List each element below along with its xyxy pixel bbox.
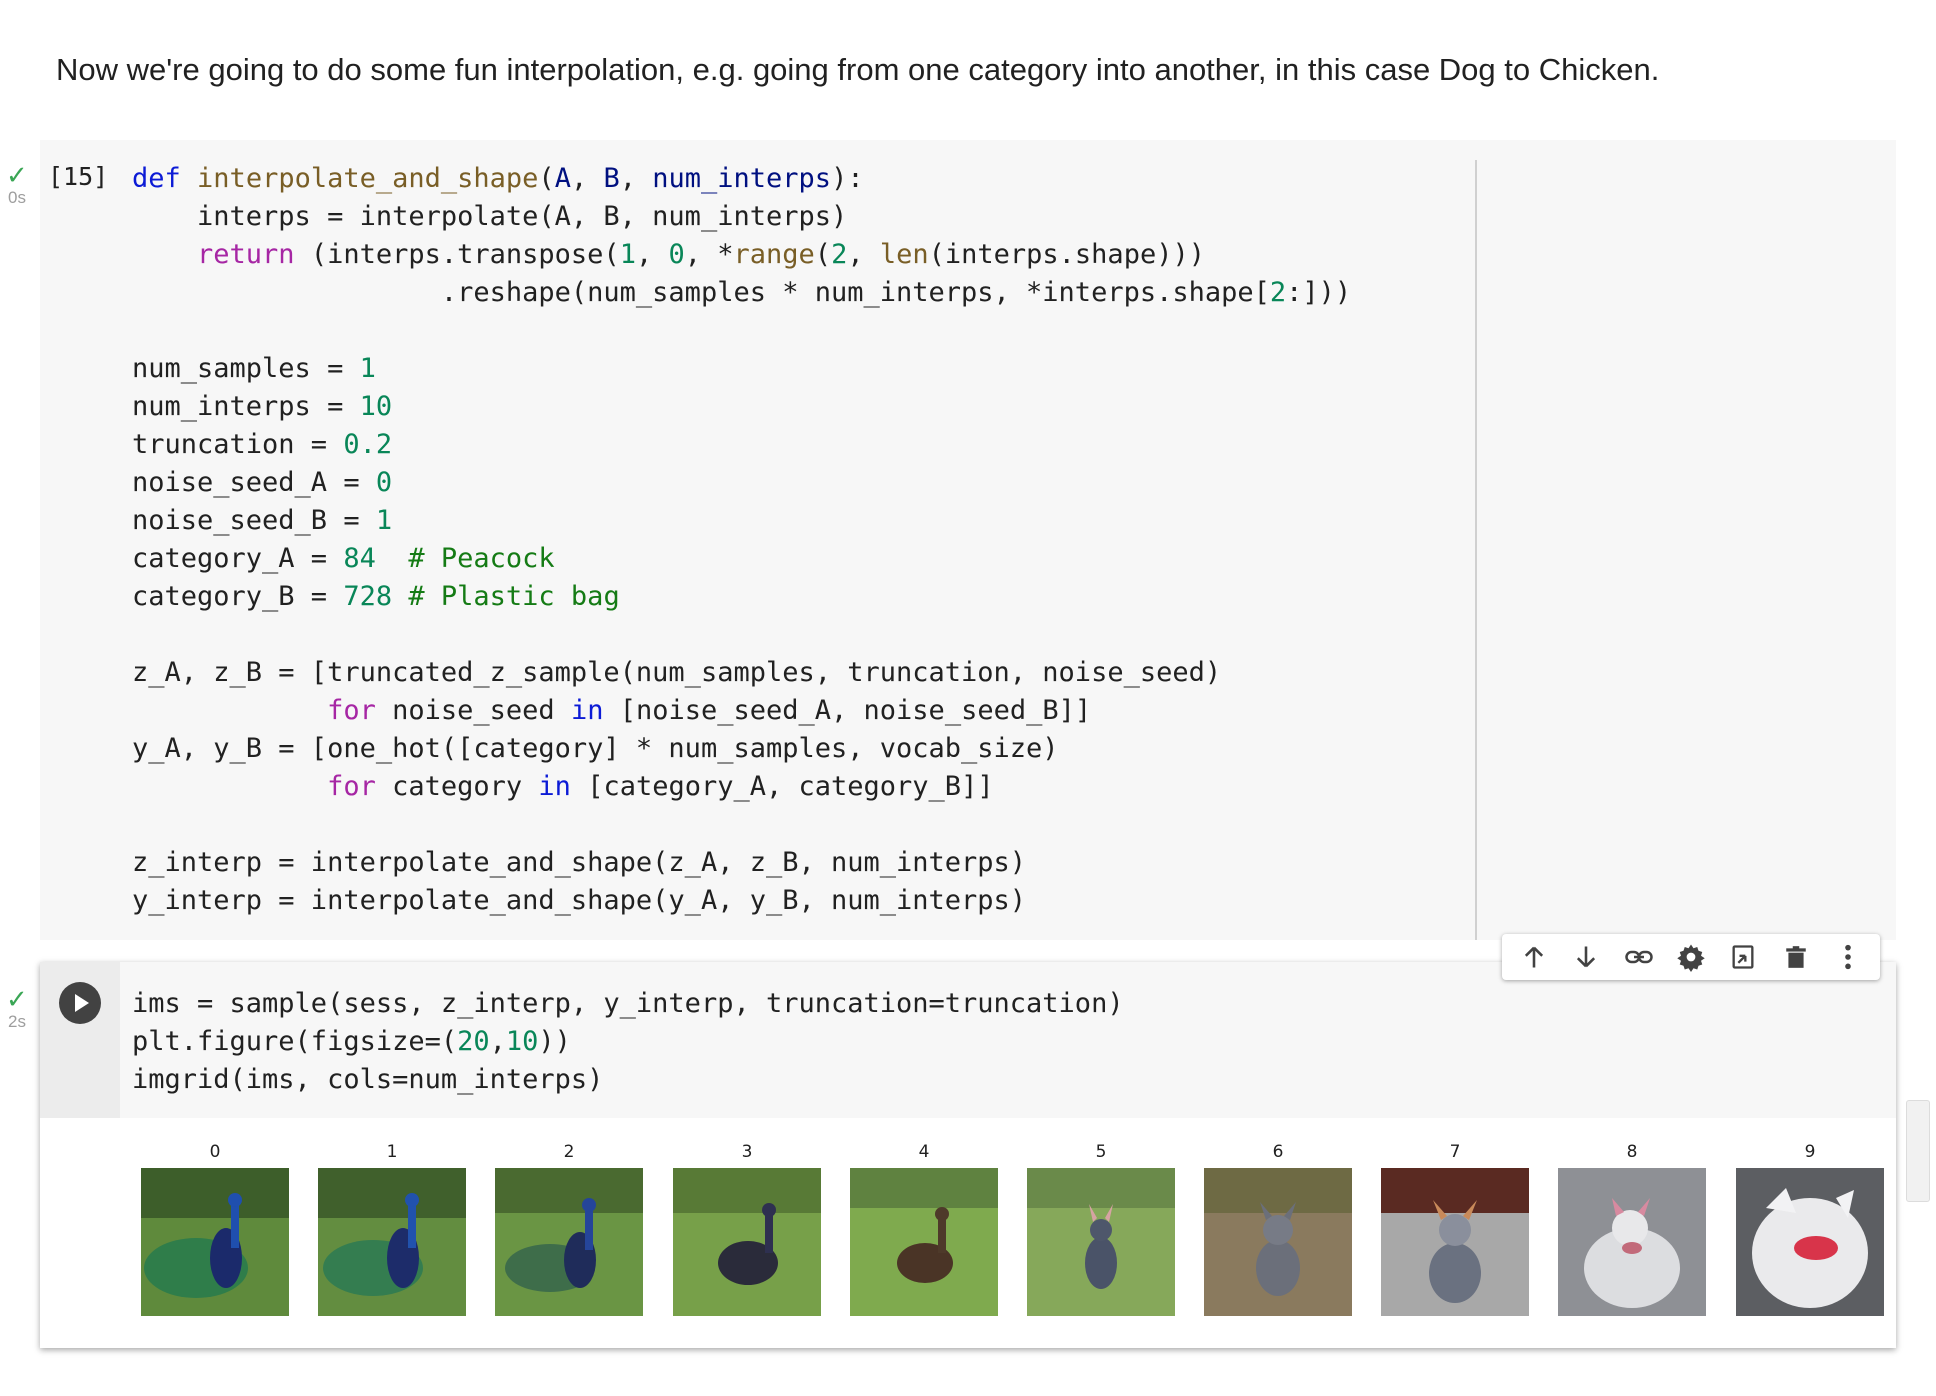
exec-time-label: 2s (8, 1012, 26, 1031)
execution-count: [15] (48, 162, 109, 191)
interp-image-9 (1736, 1168, 1884, 1316)
interp-image-5 (1027, 1168, 1175, 1316)
gear-icon[interactable] (1673, 939, 1709, 975)
exec-time-label: 0s (8, 188, 26, 207)
play-icon (75, 994, 89, 1012)
interp-image-4 (850, 1168, 998, 1316)
link-icon[interactable] (1621, 939, 1657, 975)
code-editor-2[interactable]: ims = sample(sess, z_interp, y_interp, t… (132, 985, 1124, 1099)
cell-toolbar (1502, 934, 1880, 980)
trash-icon[interactable] (1778, 939, 1814, 975)
image-label: 7 (1449, 1142, 1461, 1162)
image-label: 6 (1272, 1142, 1284, 1162)
interp-image-8 (1558, 1168, 1706, 1316)
output-scrollbar[interactable] (1906, 1100, 1930, 1202)
interp-image-2 (495, 1168, 643, 1316)
interp-image-6 (1204, 1168, 1352, 1316)
image-label: 2 (563, 1142, 575, 1162)
image-label: 3 (741, 1142, 753, 1162)
interp-image-7 (1381, 1168, 1529, 1316)
success-check-icon: ✓ (6, 160, 28, 190)
mirror-cell-icon[interactable] (1725, 939, 1761, 975)
success-check-icon: ✓ (6, 984, 28, 1014)
more-vert-icon[interactable] (1830, 939, 1866, 975)
image-label: 1 (386, 1142, 398, 1162)
interp-image-1 (318, 1168, 466, 1316)
interp-image-3 (673, 1168, 821, 1316)
run-cell-button[interactable] (59, 982, 101, 1024)
code-editor-1[interactable]: def interpolate_and_shape(A, B, num_inte… (132, 160, 1351, 920)
arrow-up-icon[interactable] (1516, 939, 1552, 975)
image-label: 0 (209, 1142, 221, 1162)
markdown-text: Now we're going to do some fun interpola… (56, 52, 1660, 87)
image-label: 9 (1804, 1142, 1816, 1162)
image-label: 4 (918, 1142, 930, 1162)
image-label: 8 (1626, 1142, 1638, 1162)
image-label: 5 (1095, 1142, 1107, 1162)
interp-image-0 (141, 1168, 289, 1316)
line-ruler (1475, 160, 1477, 940)
arrow-down-icon[interactable] (1568, 939, 1604, 975)
